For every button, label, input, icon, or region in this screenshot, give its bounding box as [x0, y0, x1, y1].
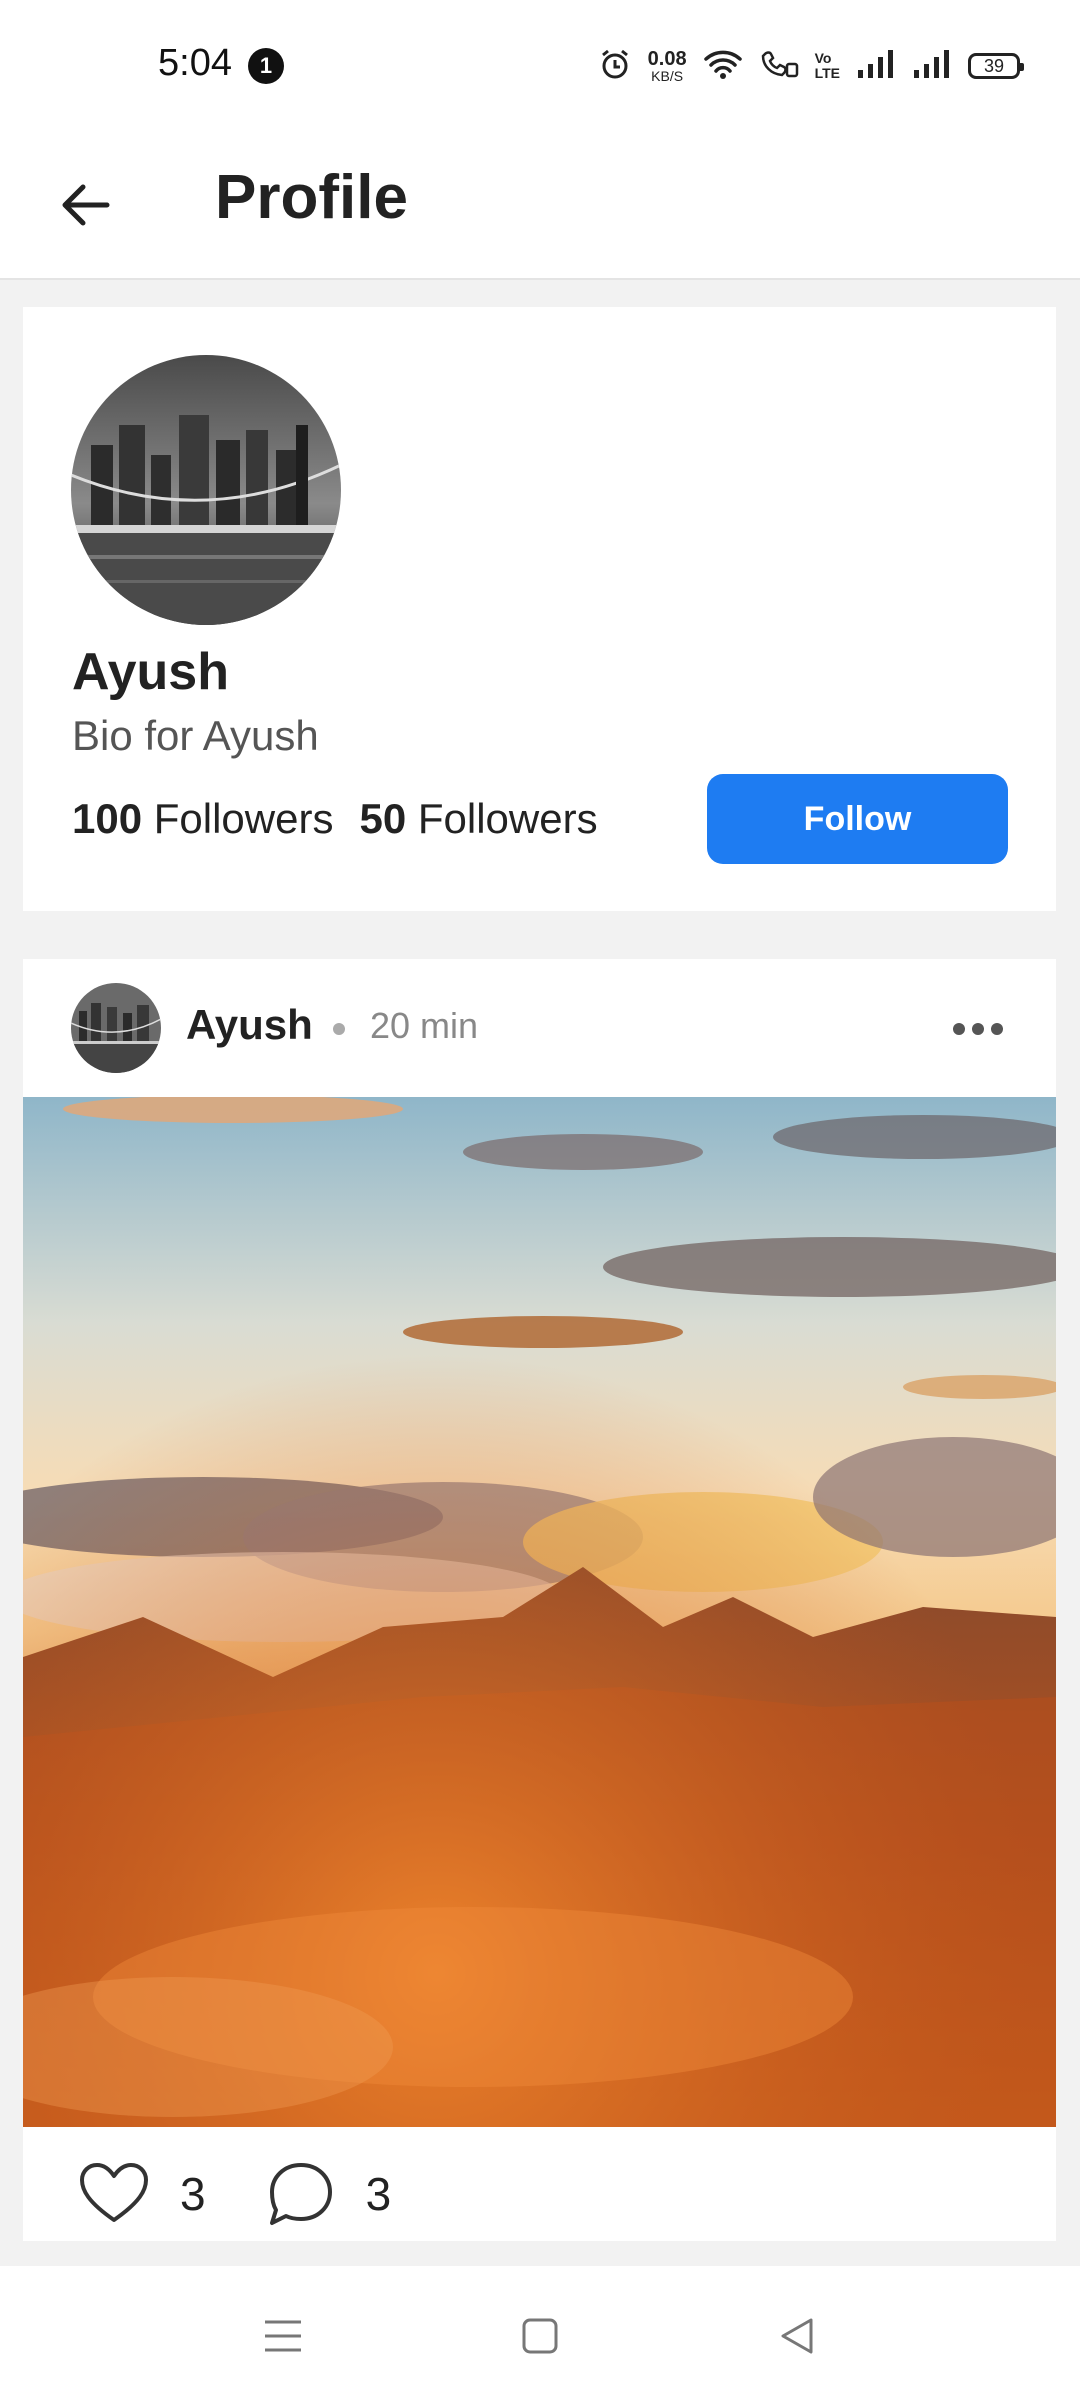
wifi-calling-icon [759, 48, 799, 85]
like-button[interactable]: 3 [78, 2162, 206, 2226]
home-button[interactable] [510, 2306, 570, 2366]
post-image[interactable] [23, 1097, 1056, 2127]
profile-stats: 100 Followers 50 Followers [72, 795, 598, 843]
more-horizontal-icon [953, 1023, 1003, 1035]
battery-icon: 39 [968, 53, 1024, 79]
post-time: 20 min [370, 1005, 479, 1046]
profile-bio: Bio for Ayush [72, 712, 319, 759]
status-time: 5:04 [158, 42, 232, 84]
follow-button[interactable]: Follow [707, 774, 1008, 864]
volte-indicator: Vo LTE [814, 50, 840, 81]
comment-bubble-icon [269, 2163, 332, 2225]
post-author-avatar[interactable] [71, 983, 161, 1073]
square-icon [522, 2318, 558, 2354]
followers-stat[interactable]: 100 Followers [72, 795, 333, 843]
post-card: Ayush 20 min 3 3 [23, 959, 1056, 2241]
system-back-button[interactable] [767, 2306, 827, 2366]
following-stat[interactable]: 50 Followers [359, 795, 597, 843]
comment-count: 3 [365, 2168, 392, 2220]
post-author-name[interactable]: Ayush [186, 1001, 313, 1049]
notification-badge: 1 [248, 48, 284, 84]
status-icons: 0.08 KB/S Vo LTE 39 [598, 44, 1024, 88]
triangle-back-icon [781, 2318, 813, 2354]
signal-icon-sim1 [856, 48, 896, 85]
recent-apps-button[interactable] [253, 2306, 313, 2366]
wifi-icon [703, 48, 743, 85]
page-title: Profile [215, 163, 408, 232]
system-nav-bar [0, 2266, 1080, 2400]
back-button[interactable] [50, 170, 120, 240]
menu-lines-icon [265, 2320, 301, 2352]
signal-icon-sim2 [912, 48, 952, 85]
more-options-button[interactable] [943, 999, 1013, 1059]
heart-icon [80, 2163, 148, 2222]
separator-dot [333, 1023, 345, 1035]
profile-name: Ayush [72, 643, 229, 701]
network-speed: 0.08 KB/S [647, 48, 687, 84]
avatar[interactable] [71, 355, 341, 625]
status-bar: 5:04 1 0.08 KB/S Vo LTE 39 [0, 0, 1080, 130]
alarm-icon [598, 47, 632, 86]
profile-card: Ayush Bio for Ayush 100 Followers 50 Fol… [23, 307, 1056, 911]
app-bar: Profile [0, 130, 1080, 280]
post-actions: 3 3 [78, 2154, 451, 2234]
comment-button[interactable]: 3 [266, 2159, 392, 2229]
arrow-left-icon [62, 184, 110, 226]
like-count: 3 [180, 2168, 206, 2220]
